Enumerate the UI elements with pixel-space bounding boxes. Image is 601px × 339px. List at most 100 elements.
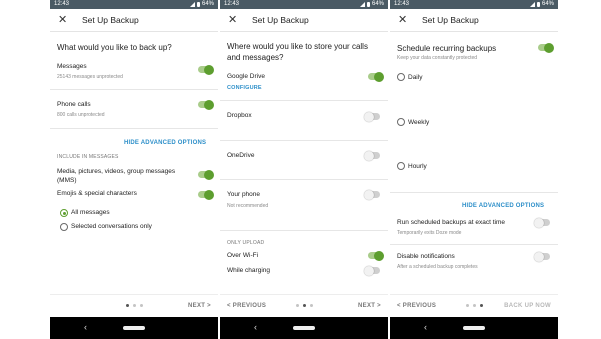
radio-all-messages[interactable] [60, 209, 68, 217]
battery-level: 64% [201, 1, 214, 7]
system-nav-bar: ‹ [50, 317, 218, 339]
dropbox-label: Dropbox [227, 112, 252, 119]
exact-time-sub: Temporarily exits Doze mode [397, 230, 462, 236]
system-nav-bar: ‹ [220, 317, 388, 339]
page-title: Set Up Backup [82, 15, 139, 25]
page-dot-active [126, 304, 129, 307]
radio-hourly-label: Hourly [408, 163, 427, 170]
exact-time-label: Run scheduled backups at exact time [397, 219, 506, 226]
onedrive-toggle[interactable] [364, 150, 380, 161]
battery-icon [366, 2, 370, 7]
your-phone-sub: Not recommended [227, 203, 269, 209]
divider [50, 89, 218, 90]
battery-level: 64% [541, 1, 554, 7]
page-dot [296, 304, 299, 307]
close-icon[interactable]: ✕ [58, 12, 67, 28]
radio-daily-label: Daily [408, 74, 423, 81]
schedule-sub: Keep your data constantly protected [397, 55, 478, 61]
mms-label: Media, pictures, videos, group messages [57, 168, 176, 175]
nav-home-pill[interactable] [123, 326, 145, 330]
status-bar: 12:43 64% [220, 0, 388, 9]
charging-label: While charging [227, 267, 270, 274]
wifi-label: Over Wi-Fi [227, 252, 259, 259]
page-dot [133, 304, 136, 307]
back-up-now-button[interactable]: BACK UP NOW [504, 303, 551, 309]
bottom-bar: NEXT > [50, 294, 218, 317]
radio-all-messages-label: All messages [71, 209, 110, 216]
radio-daily[interactable] [397, 73, 405, 81]
system-nav-bar: ‹ [390, 317, 558, 339]
page-title: Set Up Backup [252, 15, 309, 25]
nav-home-pill[interactable] [293, 326, 315, 330]
content: Where would you like to store your calls… [220, 32, 388, 294]
schedule-label: Schedule recurring backups [397, 44, 497, 53]
onedrive-label: OneDrive [227, 152, 255, 159]
page-dot [473, 304, 476, 307]
hide-advanced-options-link[interactable]: HIDE ADVANCED OPTIONS [124, 140, 206, 146]
page-dot [466, 304, 469, 307]
hide-advanced-options-link[interactable]: HIDE ADVANCED OPTIONS [462, 203, 544, 209]
dropbox-toggle[interactable] [364, 111, 380, 122]
radio-hourly[interactable] [397, 162, 405, 170]
bottom-bar: < PREVIOUS BACK UP NOW [390, 294, 558, 317]
root: { "status": {"time": "12:43", "battery":… [0, 0, 601, 339]
configure-link[interactable]: CONFIGURE [227, 85, 262, 91]
only-upload-header: ONLY UPLOAD [227, 240, 265, 246]
content: What would you like to back up? Messages… [50, 32, 218, 294]
google-drive-toggle[interactable] [368, 71, 384, 82]
close-icon[interactable]: ✕ [398, 12, 407, 28]
nav-back-icon[interactable]: ‹ [424, 322, 427, 332]
mms-toggle[interactable] [198, 169, 214, 180]
wifi-toggle[interactable] [368, 250, 384, 261]
divider [220, 140, 388, 141]
page-dot [140, 304, 143, 307]
next-button[interactable]: NEXT > [188, 303, 211, 309]
divider [220, 100, 388, 101]
nav-home-pill[interactable] [463, 326, 485, 330]
your-phone-label: Your phone [227, 191, 261, 198]
status-bar: 12:43 64% [50, 0, 218, 9]
divider [390, 192, 558, 193]
radio-selected-conversations-label: Selected conversations only [71, 223, 152, 230]
phone-calls-toggle[interactable] [198, 99, 214, 110]
disable-notifications-sub: After a scheduled backup completes [397, 264, 478, 270]
disable-notifications-label: Disable notifications [397, 253, 455, 260]
divider [220, 230, 388, 231]
status-time: 12:43 [224, 1, 240, 7]
google-drive-label: Google Drive [227, 73, 265, 80]
divider [390, 244, 558, 245]
nav-back-icon[interactable]: ‹ [254, 322, 257, 332]
radio-weekly-label: Weekly [408, 119, 430, 126]
previous-button[interactable]: < PREVIOUS [397, 303, 436, 309]
screen-backup-schedule: 12:43 64% ✕ Set Up Backup Schedule recur… [390, 0, 558, 339]
messages-toggle[interactable] [198, 64, 214, 75]
app-bar: ✕ Set Up Backup [390, 9, 558, 32]
mms-label-line2: (MMS) [57, 177, 77, 184]
charging-toggle[interactable] [364, 265, 380, 276]
radio-weekly[interactable] [397, 118, 405, 126]
question-line2: and messages? [227, 53, 284, 62]
next-button[interactable]: NEXT > [358, 303, 381, 309]
previous-button[interactable]: < PREVIOUS [227, 303, 266, 309]
app-bar: ✕ Set Up Backup [50, 9, 218, 32]
status-bar: 12:43 64% [390, 0, 558, 9]
phone-calls-label: Phone calls [57, 101, 91, 108]
battery-icon [196, 2, 200, 7]
emojis-toggle[interactable] [198, 189, 214, 200]
signal-icon [189, 2, 195, 7]
close-icon[interactable]: ✕ [228, 12, 237, 28]
page-dot-active [303, 304, 306, 307]
divider [220, 179, 388, 180]
exact-time-toggle[interactable] [534, 217, 550, 228]
signal-icon [359, 2, 365, 7]
bottom-bar: < PREVIOUS NEXT > [220, 294, 388, 317]
status-time: 12:43 [54, 1, 70, 7]
page-title: Set Up Backup [422, 15, 479, 25]
radio-selected-conversations[interactable] [60, 223, 68, 231]
nav-back-icon[interactable]: ‹ [84, 322, 87, 332]
your-phone-toggle[interactable] [364, 189, 380, 200]
schedule-toggle[interactable] [538, 42, 554, 53]
messages-sub: 25143 messages unprotected [57, 74, 123, 80]
page-indicator [466, 304, 483, 307]
disable-notifications-toggle[interactable] [534, 251, 550, 262]
